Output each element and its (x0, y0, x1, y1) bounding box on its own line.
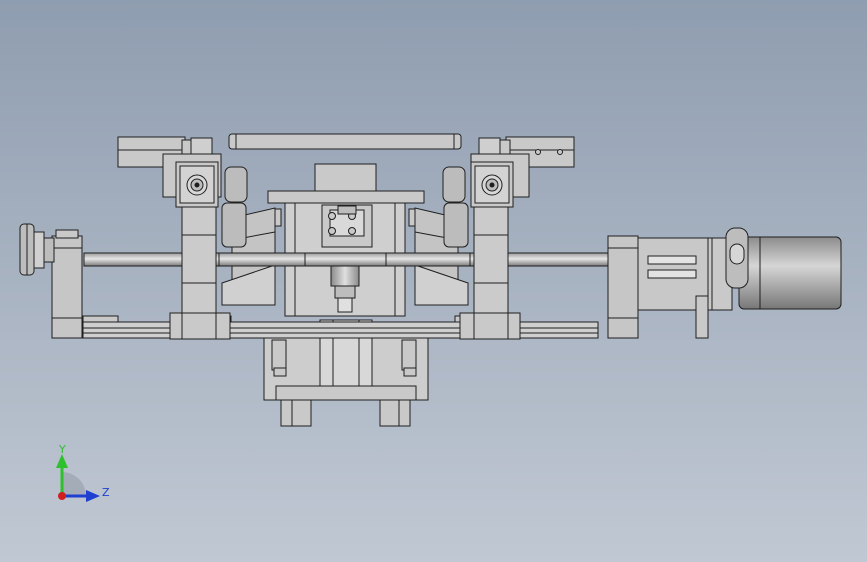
base-rail[interactable] (82, 315, 599, 339)
right-end-block[interactable] (607, 235, 639, 339)
x-axis-origin-dot (58, 492, 66, 500)
drive-motor[interactable] (725, 227, 842, 310)
left-pulley[interactable] (19, 223, 55, 276)
center-housing-top[interactable] (267, 163, 425, 204)
top-handle-bar[interactable] (228, 133, 462, 150)
y-axis-label: Y (59, 443, 66, 456)
left-clamp-assembly[interactable] (117, 136, 248, 340)
main-shaft[interactable] (83, 252, 609, 267)
motor-mount[interactable] (637, 237, 733, 339)
cad-graphics-viewport[interactable]: Y Z (0, 0, 867, 562)
assembly-model[interactable] (0, 0, 867, 562)
z-axis-label: Z (102, 486, 110, 499)
right-clamp-assembly[interactable] (442, 136, 575, 340)
triad-plane-sector (62, 472, 86, 496)
left-end-block[interactable] (51, 229, 83, 339)
